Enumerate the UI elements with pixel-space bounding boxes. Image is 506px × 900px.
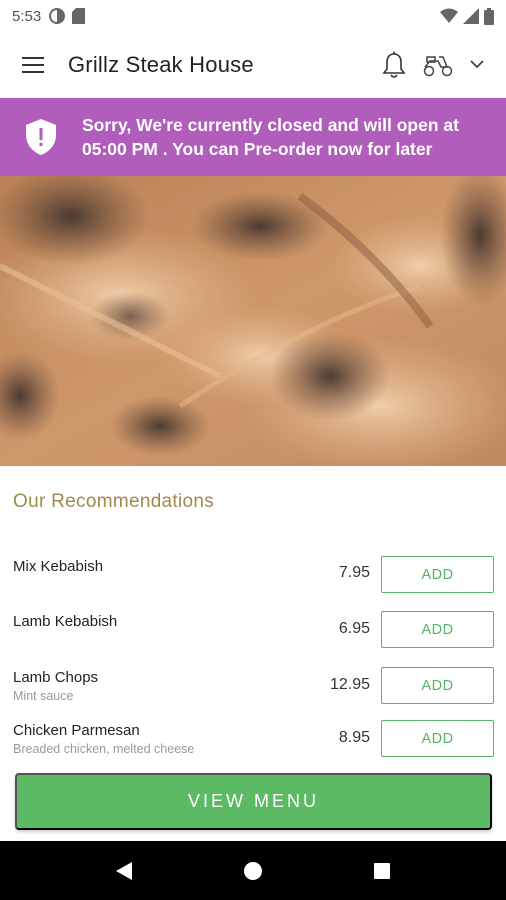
wifi-icon xyxy=(440,8,458,23)
list-item: Chicken Parmesan Breaded chicken, melted… xyxy=(0,720,506,760)
item-price: 12.95 xyxy=(329,676,370,693)
back-button[interactable] xyxy=(94,841,154,900)
view-menu-button[interactable]: VIEW MENU xyxy=(15,773,492,830)
item-name: Lamb Chops xyxy=(13,669,99,686)
add-button[interactable]: ADD xyxy=(381,667,494,704)
signal-icon xyxy=(463,8,479,24)
list-item: Lamb Kebabish 6.95 ADD xyxy=(0,611,506,651)
item-description: Breaded chicken, melted cheese xyxy=(13,742,195,756)
system-nav-bar xyxy=(0,841,506,900)
scooter-icon xyxy=(423,55,453,76)
mode-dropdown-button[interactable] xyxy=(458,40,496,90)
sd-card-icon xyxy=(72,8,86,24)
item-name: Mix Kebabish xyxy=(13,558,104,575)
item-name: Chicken Parmesan xyxy=(13,722,140,739)
recents-square-icon xyxy=(373,862,390,879)
hero-food-image xyxy=(0,176,506,466)
item-name: Lamb Kebabish xyxy=(13,613,118,630)
back-triangle-icon xyxy=(116,861,133,880)
item-price: 8.95 xyxy=(338,729,370,746)
home-button[interactable] xyxy=(223,841,283,900)
add-button[interactable]: ADD xyxy=(381,720,494,757)
grilled-meat-image xyxy=(0,176,506,466)
recommendations-title: Our Recommendations xyxy=(13,491,215,512)
app-bar: Grillz Steak House xyxy=(0,32,506,98)
menu-button[interactable] xyxy=(0,32,68,98)
data-saver-icon xyxy=(49,8,66,24)
app-title: Grillz Steak House xyxy=(68,51,254,77)
recents-button[interactable] xyxy=(352,841,412,900)
delivery-mode-button[interactable] xyxy=(418,40,458,90)
bell-icon xyxy=(382,51,406,78)
hamburger-icon xyxy=(22,56,44,73)
closed-banner: Sorry, We're currently closed and will o… xyxy=(0,98,506,176)
item-price: 7.95 xyxy=(338,564,370,581)
shield-alert-icon xyxy=(26,119,56,155)
list-item: Mix Kebabish 7.95 ADD xyxy=(0,555,506,595)
closed-message: Sorry, We're currently closed and will o… xyxy=(82,115,459,159)
home-circle-icon xyxy=(243,861,262,880)
add-button[interactable]: ADD xyxy=(381,556,494,593)
status-bar: 5:53 xyxy=(0,0,506,32)
status-time: 5:53 xyxy=(12,7,42,25)
chevron-down-icon xyxy=(470,60,484,69)
item-description: Mint sauce xyxy=(13,689,74,703)
battery-icon xyxy=(484,7,494,25)
notifications-button[interactable] xyxy=(374,40,414,90)
list-item: Lamb Chops Mint sauce 12.95 ADD xyxy=(0,667,506,707)
item-price: 6.95 xyxy=(338,620,370,637)
add-button[interactable]: ADD xyxy=(381,611,494,648)
